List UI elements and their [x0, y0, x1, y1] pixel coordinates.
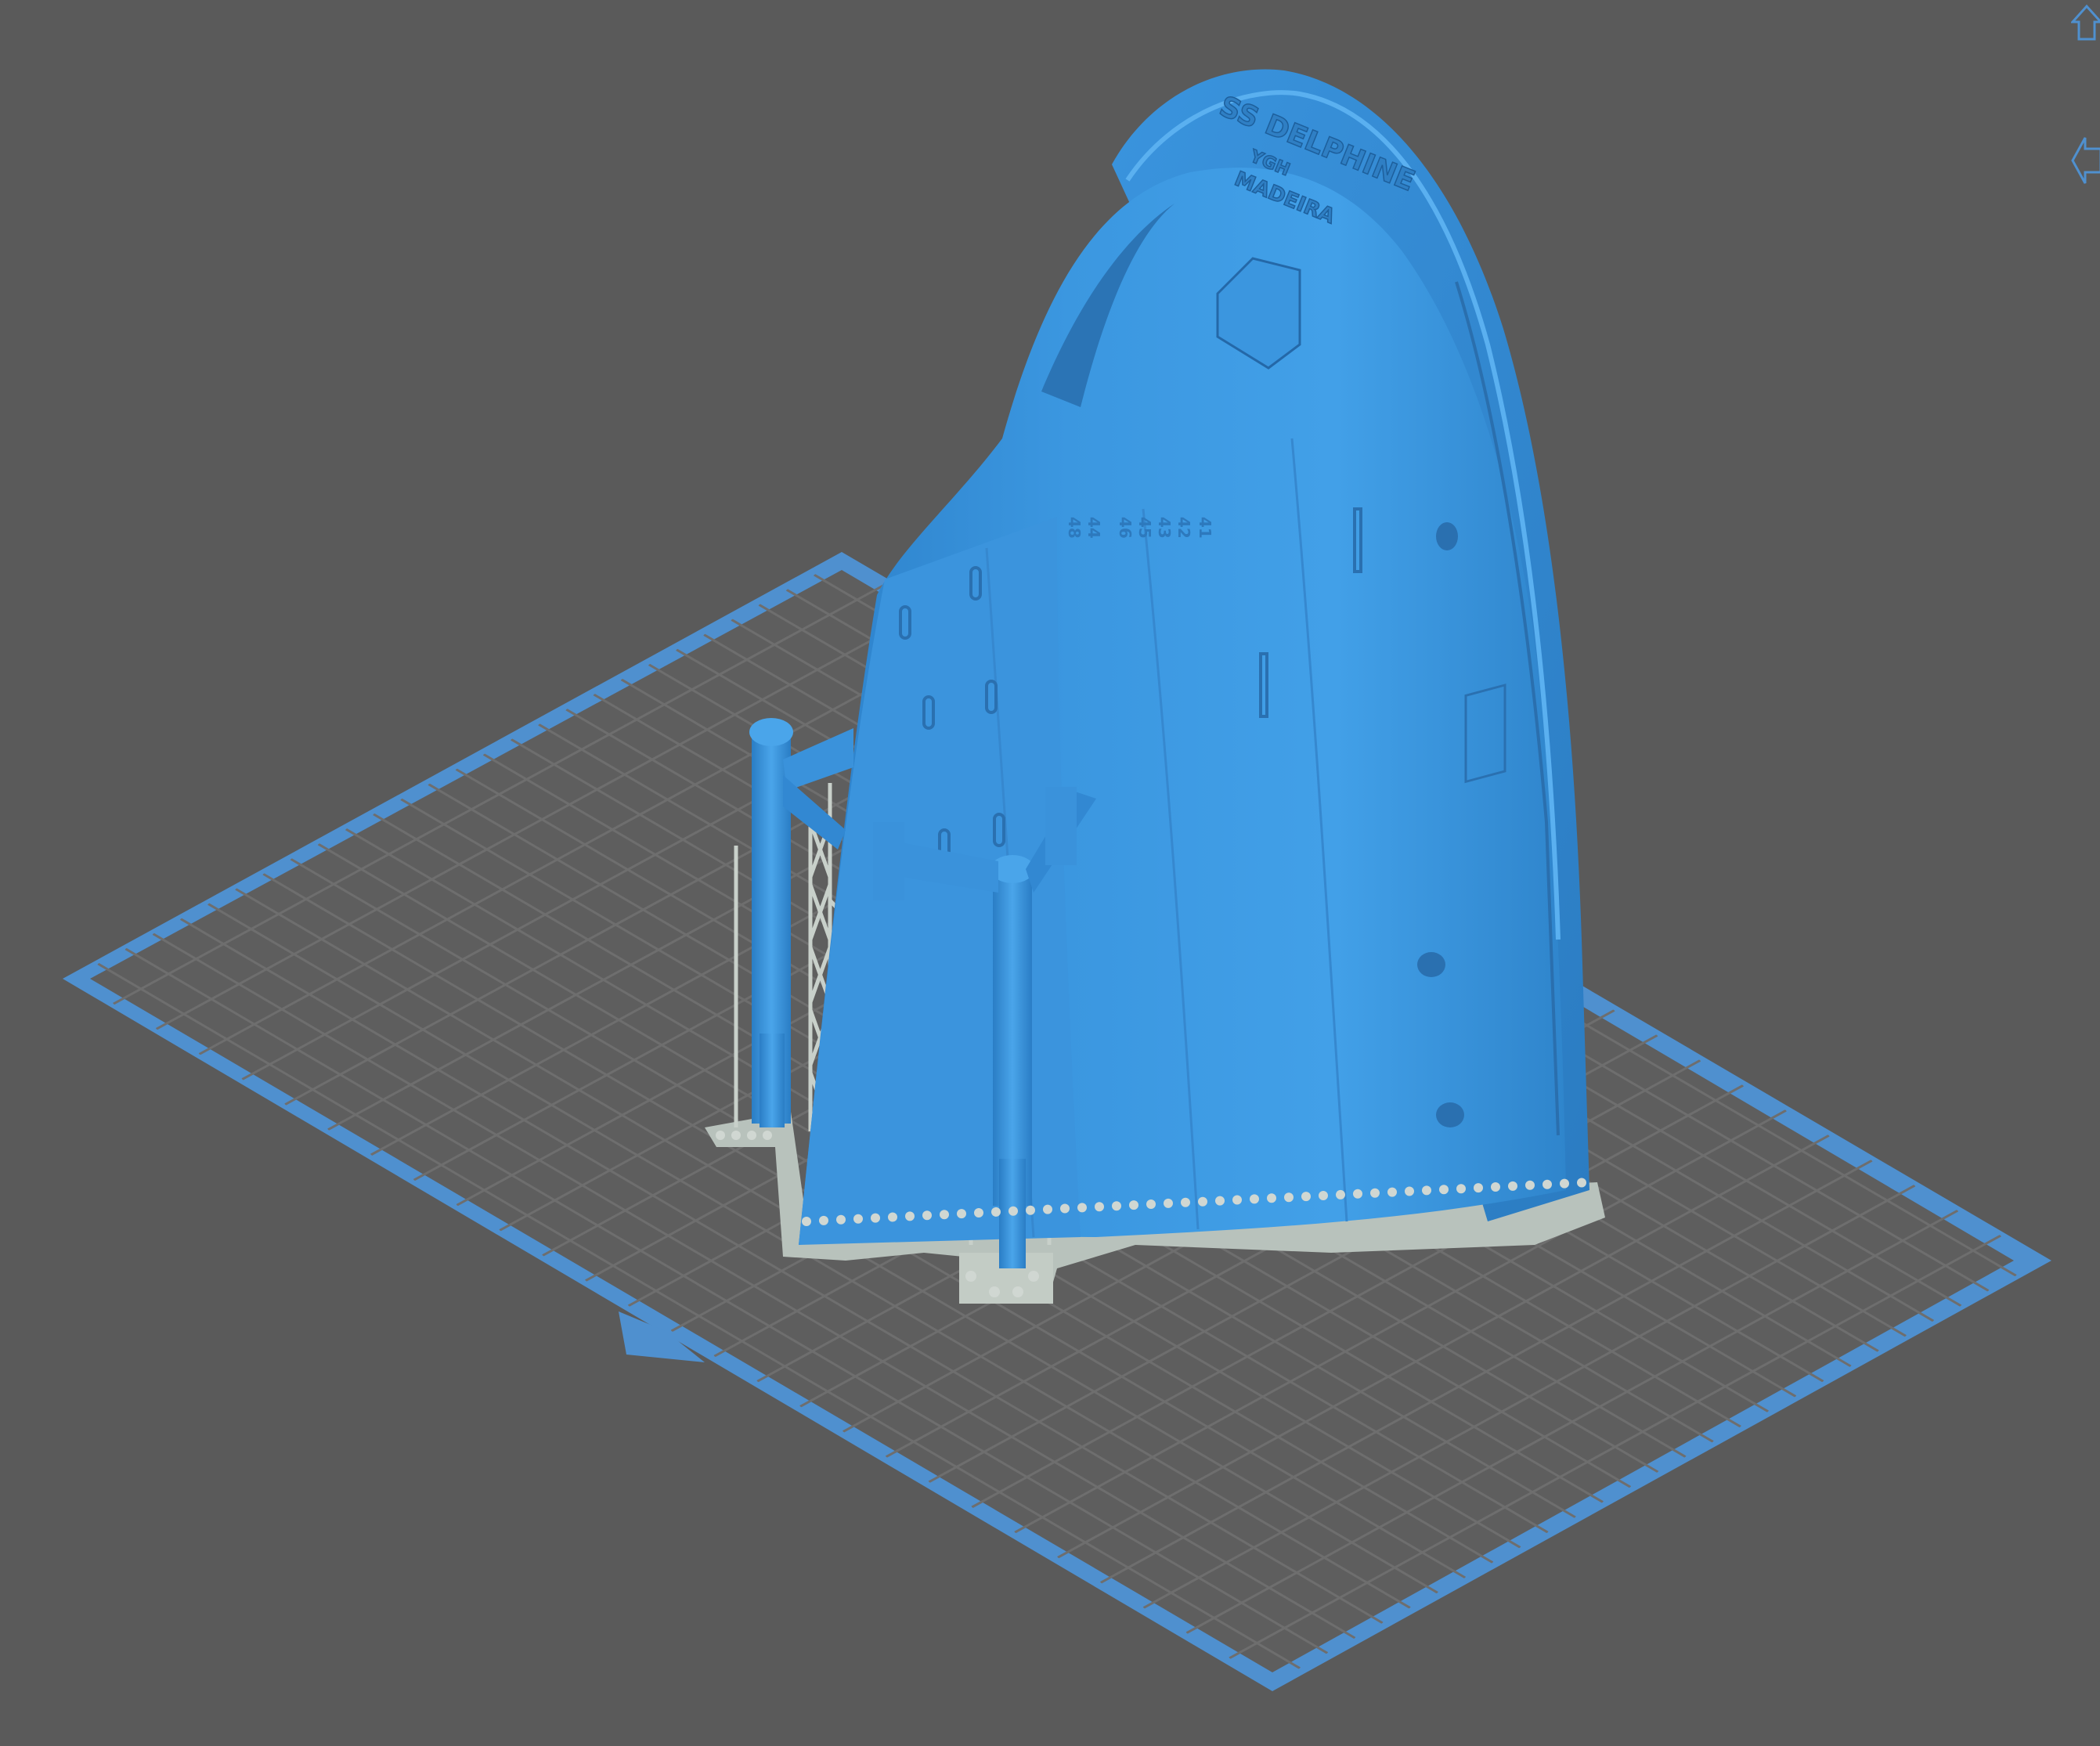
draft-mark: 45	[1135, 517, 1154, 539]
support-post-right	[993, 869, 1032, 1206]
support-pin	[1543, 1179, 1552, 1189]
print-scene[interactable]: SS DELPHINE YGH MADEIRA 48 44 46 45 43 4…	[0, 0, 2100, 1746]
support-pin	[1028, 1271, 1039, 1282]
support-pin	[989, 1286, 1000, 1297]
support-pin	[1525, 1180, 1535, 1190]
support-pin	[1215, 1196, 1225, 1206]
support-pin	[1250, 1194, 1259, 1204]
draft-marks: 48 44 46 45 43 42 41	[1065, 517, 1214, 539]
support-pin	[1474, 1183, 1483, 1193]
support-pin	[1387, 1187, 1397, 1197]
draft-mark: 48	[1065, 517, 1084, 539]
support-bracket	[873, 822, 904, 900]
support-pin	[1164, 1198, 1173, 1208]
support-pin	[965, 1271, 976, 1282]
support-pin	[1422, 1185, 1431, 1196]
support-pin	[991, 1207, 1001, 1217]
support-pin	[1405, 1186, 1414, 1196]
support-post-left-lower	[760, 1034, 785, 1127]
support-pin	[1181, 1197, 1190, 1207]
draft-mark: 46	[1116, 517, 1135, 539]
support-pin	[1060, 1203, 1070, 1214]
support-pin	[747, 1131, 756, 1140]
support-pin	[871, 1213, 880, 1223]
support-pin	[1560, 1178, 1569, 1189]
support-pin	[1301, 1192, 1311, 1202]
support-pin	[1146, 1199, 1156, 1209]
home-icon[interactable]	[2069, 0, 2100, 47]
support-pin	[922, 1210, 932, 1221]
support-pin	[1095, 1202, 1104, 1212]
support-pin	[716, 1131, 725, 1140]
support-pin	[1284, 1192, 1294, 1203]
porthole	[1436, 1102, 1464, 1127]
support-bracket	[1045, 787, 1077, 865]
draft-mark: 44	[1084, 517, 1103, 539]
support-pin	[1336, 1189, 1345, 1199]
draft-mark: 41	[1196, 517, 1214, 539]
support-pin	[940, 1210, 949, 1220]
back-arrow-icon[interactable]	[2071, 133, 2100, 184]
support-pin	[1232, 1195, 1242, 1205]
support-pin	[836, 1214, 846, 1225]
support-pin	[888, 1212, 897, 1222]
support-pin	[1009, 1206, 1018, 1216]
support-pin	[1198, 1196, 1207, 1207]
support-pin	[1439, 1185, 1449, 1195]
support-pin	[1491, 1182, 1500, 1192]
support-pin	[1370, 1188, 1380, 1198]
support-pin	[819, 1215, 828, 1225]
support-pin	[1577, 1178, 1586, 1188]
porthole	[1417, 952, 1445, 977]
support-pin	[1319, 1191, 1328, 1200]
support-pin	[905, 1211, 915, 1221]
support-pin	[731, 1131, 741, 1140]
support-pin	[1077, 1203, 1087, 1213]
support-pin	[1267, 1193, 1276, 1203]
draft-mark: 43	[1155, 517, 1174, 539]
support-pin	[1026, 1205, 1035, 1215]
support-pin	[1043, 1204, 1052, 1214]
support-pin	[974, 1208, 983, 1218]
support-pin	[853, 1214, 863, 1224]
support-pin	[1508, 1181, 1517, 1191]
hull-model[interactable]: SS DELPHINE YGH MADEIRA 48 44 46 45 43 4…	[799, 69, 1589, 1246]
support-pin	[1129, 1200, 1138, 1210]
support-pin	[763, 1131, 772, 1140]
support-pin	[1012, 1286, 1023, 1297]
support-pin	[1112, 1201, 1121, 1211]
support-post-cap	[749, 718, 793, 746]
support-pin	[1456, 1184, 1466, 1194]
porthole	[1436, 522, 1458, 550]
3d-viewport[interactable]: SS DELPHINE YGH MADEIRA 48 44 46 45 43 4…	[0, 0, 2100, 1746]
draft-mark: 42	[1174, 517, 1193, 539]
support-pin	[1353, 1189, 1362, 1199]
support-pin	[802, 1217, 811, 1226]
support-pin	[957, 1209, 966, 1219]
